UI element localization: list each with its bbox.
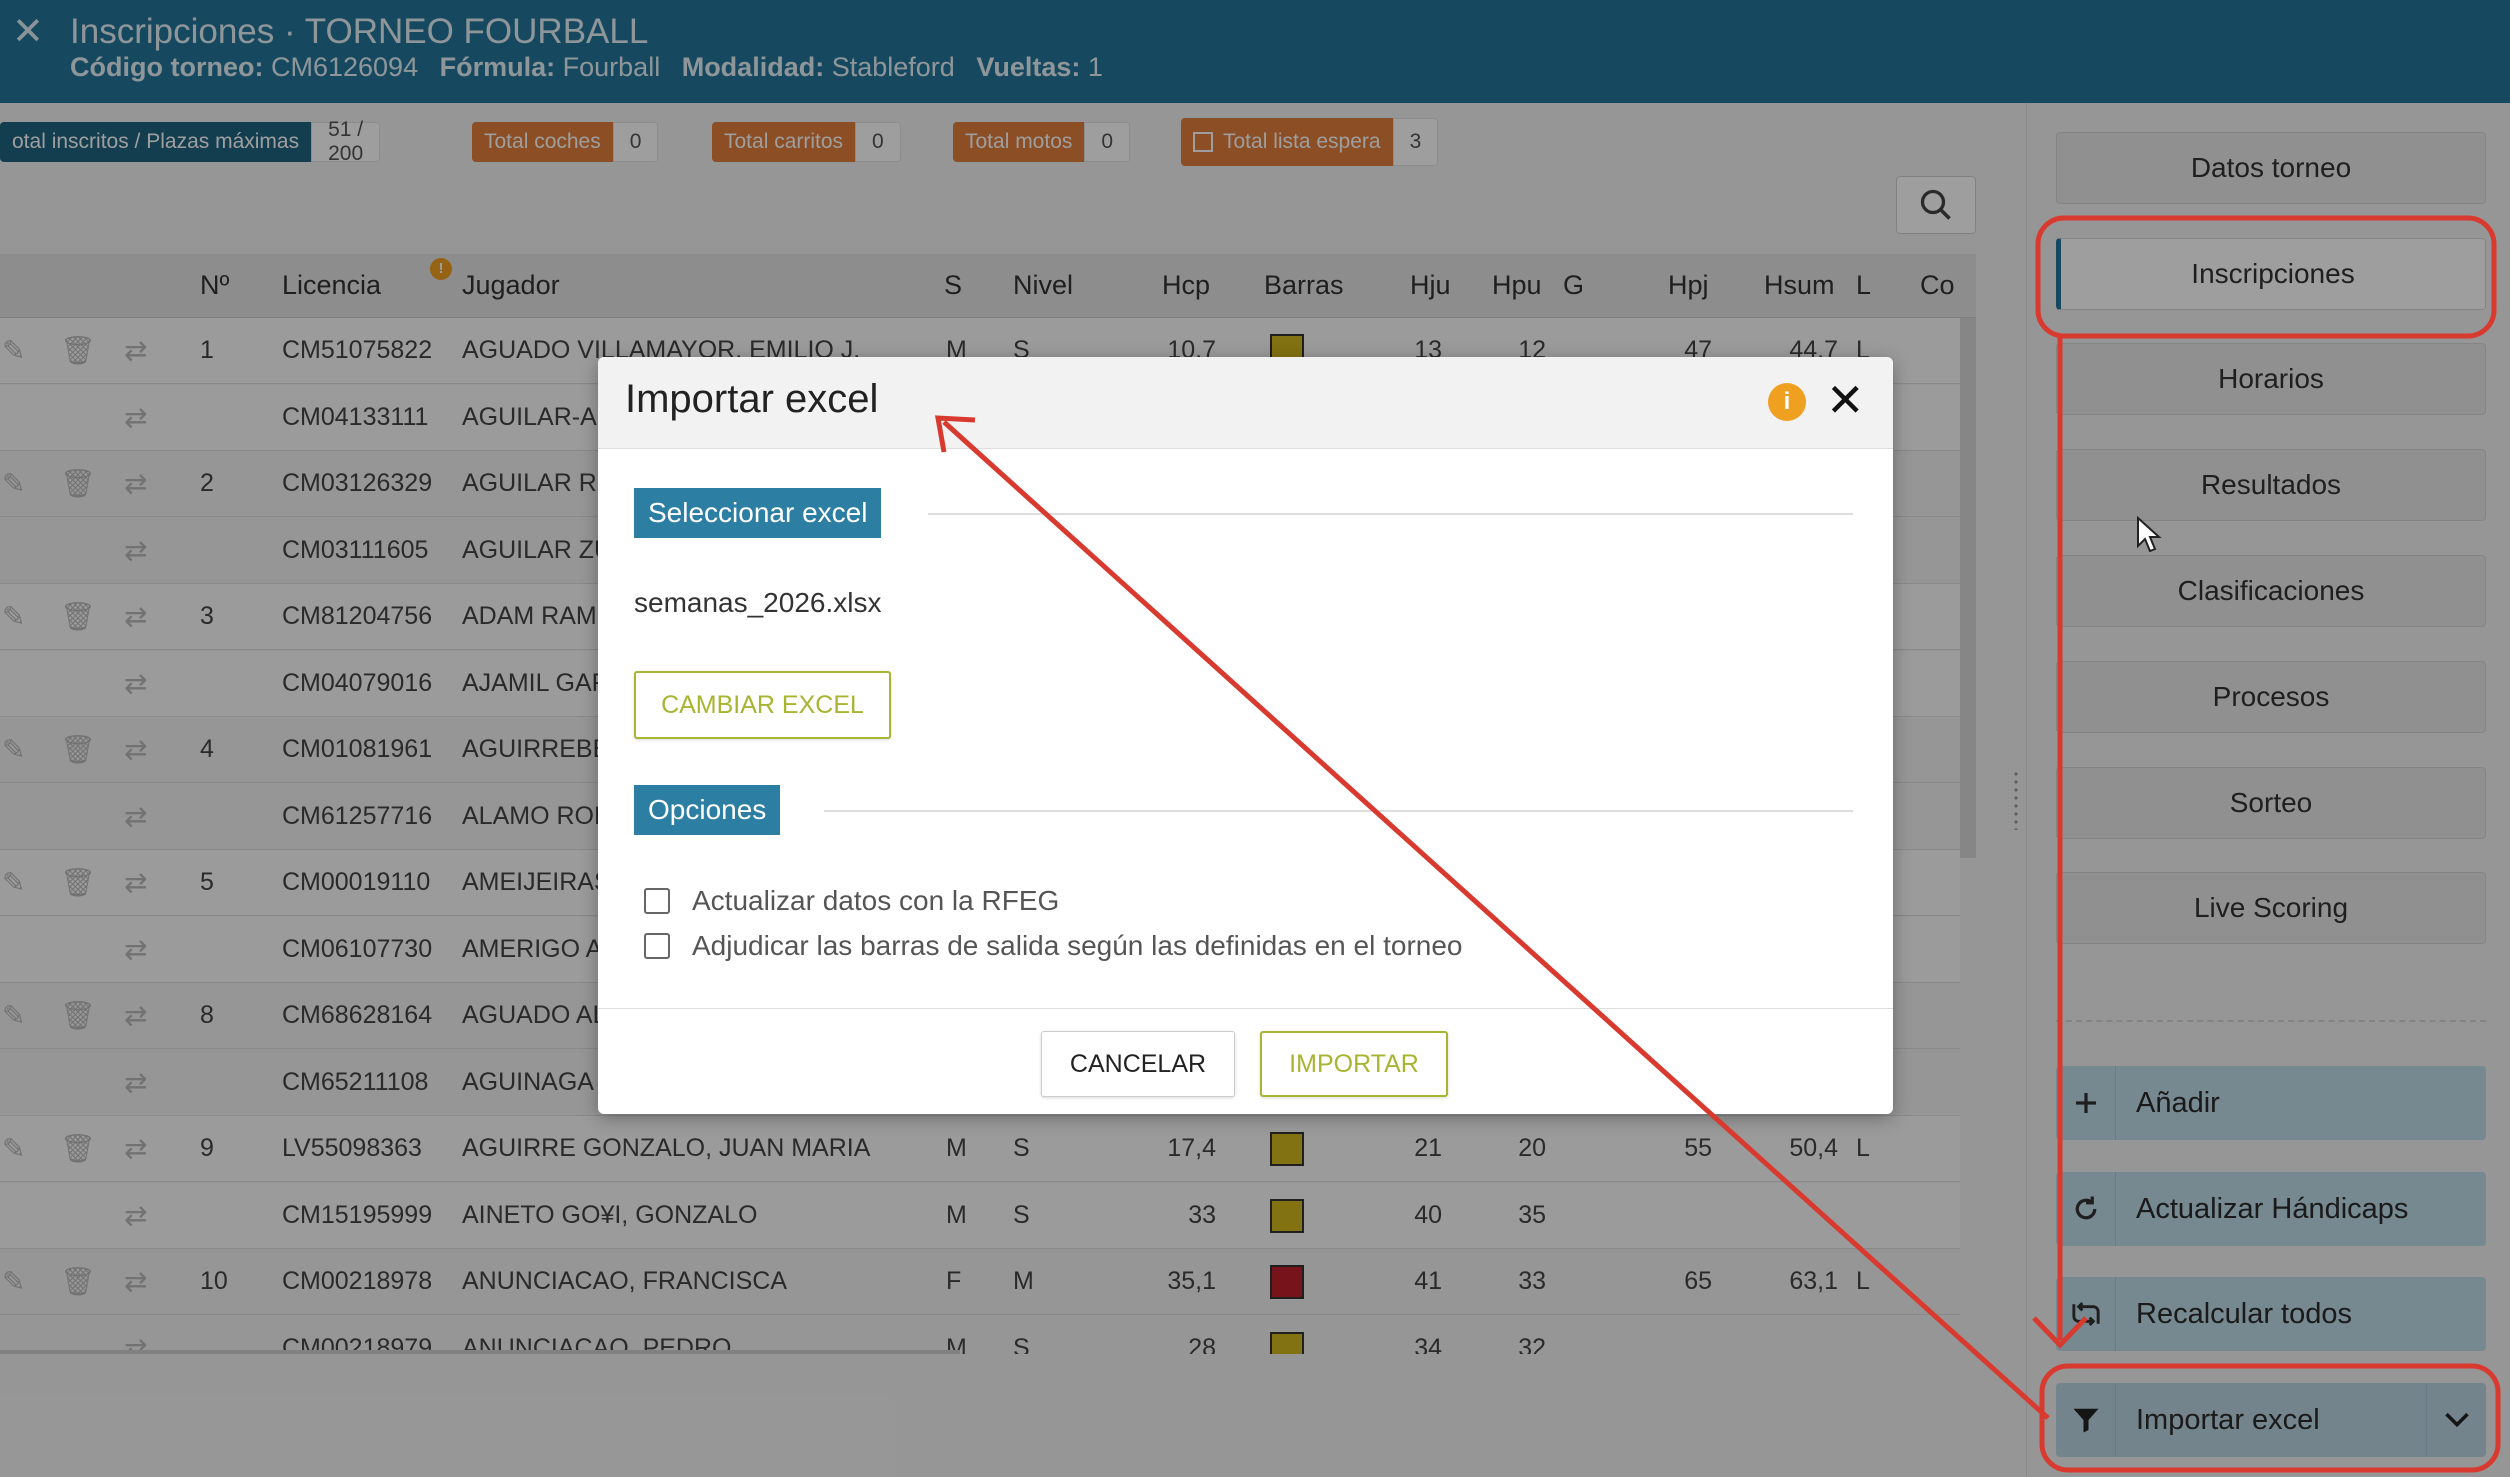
checkbox-icon[interactable] <box>644 933 670 959</box>
checkbox-icon[interactable] <box>644 888 670 914</box>
modal-footer: CANCELAR IMPORTAR <box>598 1008 1893 1114</box>
option-rfeg[interactable]: Actualizar datos con la RFEG <box>644 885 1059 917</box>
section-select-excel: Seleccionar excel <box>634 488 882 538</box>
import-button[interactable]: IMPORTAR <box>1260 1031 1448 1097</box>
import-excel-modal: Importar excel i ✕ Seleccionar excel sem… <box>598 357 1893 1114</box>
mouse-cursor-icon <box>2137 516 2162 553</box>
modal-header: Importar excel i ✕ <box>598 357 1893 449</box>
section-divider <box>824 810 1853 812</box>
change-excel-button[interactable]: CAMBIAR EXCEL <box>634 671 891 739</box>
option-barras[interactable]: Adjudicar las barras de salida según las… <box>644 930 1462 962</box>
section-divider <box>928 513 1853 515</box>
modal-title: Importar excel <box>625 377 879 421</box>
close-icon[interactable]: ✕ <box>1826 375 1865 425</box>
cancel-button[interactable]: CANCELAR <box>1041 1031 1235 1097</box>
section-options: Opciones <box>634 785 781 835</box>
info-icon[interactable]: i <box>1768 383 1806 421</box>
selected-file-name: semanas_2026.xlsx <box>634 587 882 618</box>
